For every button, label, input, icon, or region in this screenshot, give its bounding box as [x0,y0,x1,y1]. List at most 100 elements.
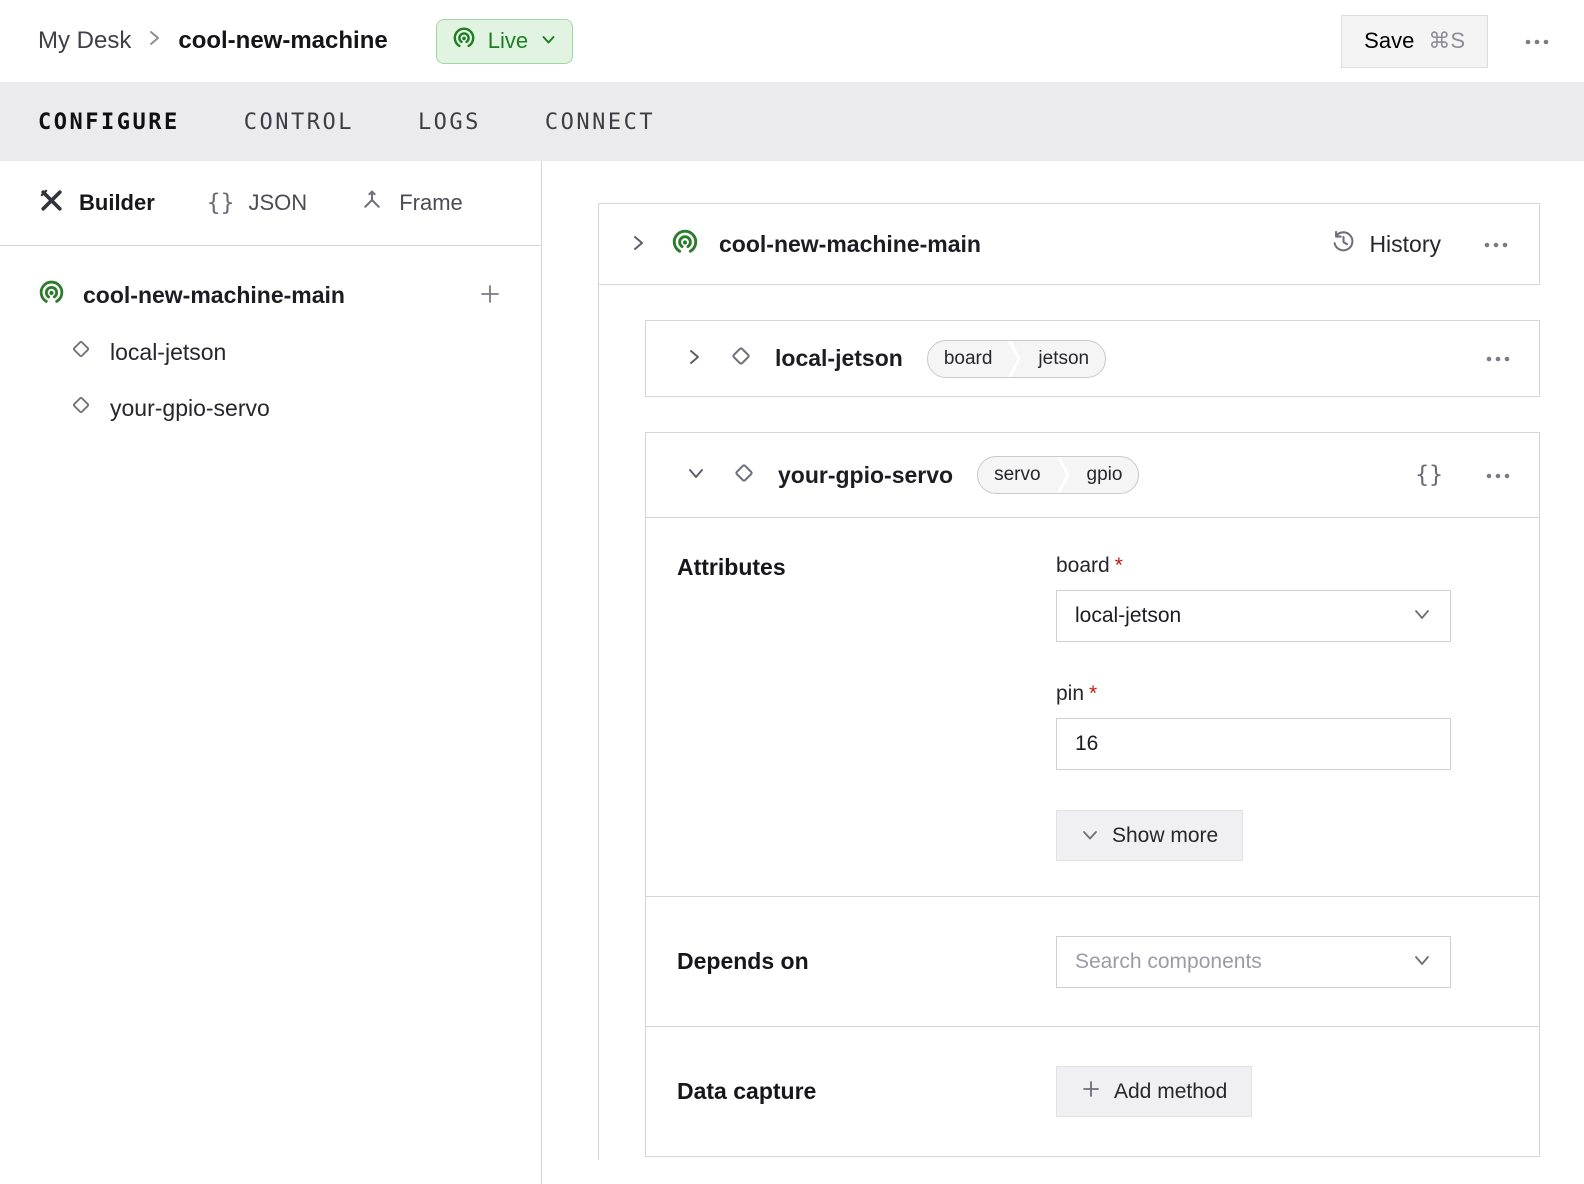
frame-axes-icon [359,187,385,219]
braces-icon: {} [1415,462,1443,488]
component-diamond-icon [727,342,755,375]
component-diamond-icon [730,459,758,492]
machine-status-dropdown[interactable]: Live [436,19,573,64]
add-method-button[interactable]: Add method [1056,1066,1252,1117]
tab-configure[interactable]: CONFIGURE [38,110,180,135]
viam-signal-icon [38,279,65,312]
attributes-section: Attributes board* local-jetson pin [646,517,1539,896]
collapse-component-button[interactable] [682,461,710,489]
view-tab-builder-label: Builder [79,190,155,216]
component-card-header: local-jetson board jetson [646,321,1539,396]
show-more-button[interactable]: Show more [1056,810,1243,861]
component-card-your-gpio-servo: your-gpio-servo servo gpio {} [645,432,1540,1157]
chevron-down-icon [540,28,557,54]
depends-on-select[interactable] [1056,936,1451,988]
pin-field-label: pin* [1056,682,1451,706]
config-sidebar: Builder {} JSON Frame [0,161,542,1184]
required-marker: * [1089,682,1097,705]
breadcrumb: My Desk cool-new-machine [38,27,388,56]
data-capture-section: Data capture Add method [646,1026,1539,1156]
add-method-label: Add method [1114,1080,1227,1104]
chevron-down-icon [1081,824,1099,848]
plus-icon [1081,1079,1101,1105]
component-diamond-icon [68,336,94,368]
show-more-label: Show more [1112,824,1218,848]
machine-main-card: cool-new-machine-main History [598,203,1540,285]
tab-logs[interactable]: LOGS [418,110,481,135]
ellipsis-icon [1485,468,1511,483]
attributes-section-label: Attributes [677,554,1056,861]
tree-item-machine-main[interactable]: cool-new-machine-main [0,266,541,324]
component-type-badge: servo gpio [977,456,1139,494]
depends-search-input[interactable] [1075,950,1412,974]
ellipsis-icon [1483,237,1509,252]
chevron-down-icon [1412,950,1432,974]
config-view-tabs: Builder {} JSON Frame [0,161,541,246]
ellipsis-icon [1485,351,1511,366]
view-tab-json[interactable]: {} JSON [207,190,307,216]
badge-divider-chevron [1057,456,1071,494]
tree-child-label: your-gpio-servo [110,395,270,422]
main-nav-tabbar: CONFIGURE CONTROL LOGS CONNECT [0,83,1584,161]
component-name: local-jetson [775,345,903,372]
component-overflow-menu-button[interactable] [1481,347,1515,370]
depends-on-label: Depends on [677,948,1056,975]
component-type: board [928,348,1009,370]
machine-part-tree: cool-new-machine-main local-jetson your-… [0,246,541,436]
plus-icon [479,283,501,308]
tree-connector-line [598,285,599,1160]
component-type: servo [978,464,1056,486]
builder-tools-icon [38,187,65,220]
chevron-down-icon [686,465,706,485]
chevron-down-icon [1412,604,1432,628]
view-tab-frame[interactable]: Frame [359,187,463,219]
view-tab-frame-label: Frame [399,190,463,216]
machine-card-actions: History [1330,228,1513,261]
chevron-right-icon [147,27,162,56]
component-name: your-gpio-servo [778,462,953,489]
braces-icon: {} [207,190,235,216]
expand-machine-card-button[interactable] [626,229,651,260]
badge-divider-chevron [1008,340,1022,378]
save-shortcut-hint: ⌘S [1428,28,1465,54]
board-select-value: local-jetson [1075,604,1181,628]
required-marker: * [1115,554,1123,577]
component-model: jetson [1022,348,1105,370]
tree-item-local-jetson[interactable]: local-jetson [0,324,541,380]
machine-overflow-menu-button[interactable] [1479,233,1513,256]
component-card-header: your-gpio-servo servo gpio {} [646,433,1539,517]
live-status-label: Live [488,28,528,54]
data-capture-label: Data capture [677,1078,1056,1105]
add-component-button[interactable] [475,279,505,312]
header-actions: Save ⌘S [1341,15,1554,68]
machine-main-title: cool-new-machine-main [719,231,981,258]
component-model: gpio [1071,464,1139,486]
board-select[interactable]: local-jetson [1056,590,1451,642]
history-button[interactable]: History [1330,228,1441,261]
component-card-local-jetson: local-jetson board jetson [645,320,1540,397]
chevron-right-icon [630,233,647,256]
breadcrumb-parent[interactable]: My Desk [38,27,131,55]
view-tab-json-label: JSON [249,190,308,216]
expand-component-button[interactable] [682,343,707,374]
component-overflow-menu-button[interactable] [1481,464,1515,487]
save-button-label: Save [1364,28,1414,54]
ellipsis-icon [1524,34,1550,49]
breadcrumb-current: cool-new-machine [178,27,387,55]
component-type-badge: board jetson [927,340,1106,378]
history-button-label: History [1369,231,1441,258]
tab-control[interactable]: CONTROL [244,110,354,135]
header-overflow-menu-button[interactable] [1520,30,1554,53]
pin-input[interactable] [1056,718,1451,770]
tree-root-label: cool-new-machine-main [83,282,345,309]
component-diamond-icon [68,392,94,424]
view-tab-builder[interactable]: Builder [38,187,155,220]
tree-item-your-gpio-servo[interactable]: your-gpio-servo [0,380,541,436]
config-main-panel: cool-new-machine-main History [542,161,1584,1184]
edit-json-button[interactable]: {} [1411,458,1447,492]
tab-connect[interactable]: CONNECT [545,110,655,135]
app-header: My Desk cool-new-machine Live Save ⌘S [0,0,1584,83]
depends-on-section: Depends on [646,896,1539,1026]
save-button[interactable]: Save ⌘S [1341,15,1488,68]
viam-signal-icon [671,228,699,261]
